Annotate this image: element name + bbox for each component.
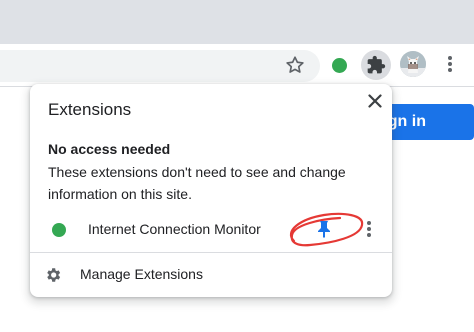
pin-icon[interactable] <box>316 220 332 238</box>
popup-title: Extensions <box>48 100 132 119</box>
extensions-popup: Extensions No access needed These extens… <box>30 84 392 297</box>
extension-green-dot-icon[interactable] <box>332 58 347 73</box>
extension-name: Internet Connection Monitor <box>88 221 261 237</box>
section-description: These extensions don't need to see and c… <box>48 164 346 202</box>
puzzle-icon <box>367 55 386 74</box>
manage-extensions-label: Manage Extensions <box>80 266 203 282</box>
green-dot-icon <box>52 223 66 237</box>
close-icon[interactable] <box>364 90 386 112</box>
manage-extensions-button[interactable]: Manage Extensions <box>30 262 392 288</box>
kebab-menu-icon[interactable] <box>440 54 460 76</box>
divider <box>30 252 392 253</box>
avatar[interactable] <box>400 51 426 77</box>
section-heading: No access needed <box>48 141 171 157</box>
tab-strip <box>0 0 474 44</box>
browser-toolbar <box>0 44 474 87</box>
extension-more-icon[interactable] <box>362 219 376 241</box>
address-bar[interactable] <box>0 50 320 82</box>
star-icon[interactable] <box>284 54 306 76</box>
extension-row[interactable]: Internet Connection Monitor <box>30 212 392 247</box>
gear-icon <box>44 266 62 284</box>
extensions-puzzle-button[interactable] <box>361 50 391 80</box>
